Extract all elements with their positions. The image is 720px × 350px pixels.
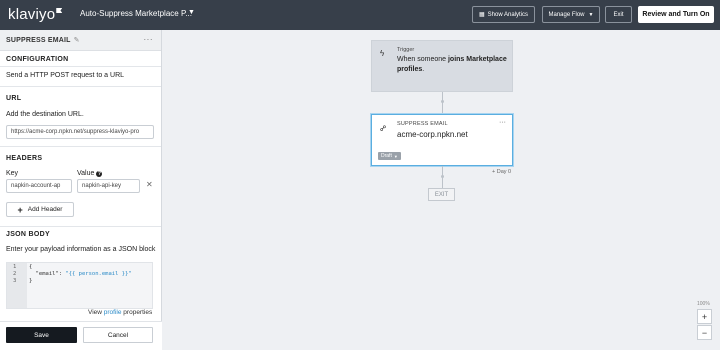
pencil-icon[interactable]: ✎	[74, 36, 80, 44]
code-line: }	[29, 278, 33, 284]
save-button[interactable]: Save	[6, 327, 77, 343]
flow-title-dropdown-icon[interactable]: ▼	[188, 9, 195, 16]
url-input[interactable]: https://acme-corp.npkn.net/suppress-klav…	[6, 125, 154, 139]
configuration-description: Send a HTTP POST request to a URL	[6, 72, 125, 79]
action-host: acme-corp.npkn.net	[397, 130, 468, 139]
exit-node: EXIT	[428, 188, 455, 201]
help-icon[interactable]: ?	[96, 171, 103, 177]
trigger-card[interactable]: ϟ Trigger When someone joins Marketplace…	[371, 40, 513, 92]
url-heading: URL	[6, 95, 22, 102]
divider	[0, 146, 161, 147]
divider	[0, 66, 161, 67]
trigger-description: When someone joins Marketplace profiles.	[397, 56, 507, 73]
cancel-button[interactable]: Cancel	[83, 327, 153, 343]
panel-header: SUPPRESS EMAIL ✎ ···	[0, 30, 161, 51]
manage-flow-button[interactable]: Manage Flow ▼	[542, 6, 600, 23]
header-key-input[interactable]: napkin-account-ap	[6, 179, 72, 193]
divider	[0, 86, 161, 87]
zoom-level: 100%	[697, 301, 710, 307]
suppress-email-card[interactable]: ⚯ SUPPRESS EMAIL acme-corp.npkn.net ··· …	[371, 114, 513, 166]
json-body-heading: JSON BODY	[6, 231, 50, 238]
profile-link[interactable]: profile	[104, 309, 122, 316]
trigger-label: Trigger	[397, 47, 415, 53]
more-options-icon[interactable]: ···	[499, 119, 506, 126]
lightning-bolt-icon: ϟ	[380, 49, 385, 58]
delay-label: + Day 0	[492, 169, 512, 175]
connector-dot[interactable]	[441, 100, 444, 103]
klaviyo-logo[interactable]: klaviyo	[8, 6, 63, 23]
line-number: 3	[13, 278, 17, 284]
zoom-out-button[interactable]: −	[697, 325, 712, 340]
exit-button[interactable]: Exit	[605, 6, 632, 23]
plus-icon: +	[17, 204, 23, 215]
chevron-down-icon: ▼	[588, 11, 594, 18]
add-header-button[interactable]: + Add Header	[6, 202, 74, 217]
line-gutter	[7, 263, 27, 308]
json-body-description: Enter your payload information as a JSON…	[6, 246, 156, 253]
flow-connector	[442, 92, 443, 114]
divider	[0, 226, 161, 227]
link-icon: ⚯	[377, 122, 389, 135]
headers-heading: HEADERS	[6, 155, 43, 162]
chevron-down-icon: ▼	[393, 153, 398, 159]
line-number: 2	[13, 271, 17, 277]
url-description: Add the destination URL.	[6, 111, 84, 118]
review-and-turn-on-button[interactable]: Review and Turn On	[638, 6, 714, 23]
flow-title[interactable]: Auto-Suppress Marketplace P...	[80, 9, 192, 18]
top-bar: klaviyo Auto-Suppress Marketplace P... ▼…	[0, 0, 720, 30]
zoom-in-button[interactable]: +	[697, 309, 712, 324]
more-options-icon[interactable]: ···	[144, 35, 154, 44]
json-code-editor[interactable]: 1 { 2 "email": "{{ person.email }}" 3 }	[6, 262, 153, 309]
configuration-heading: CONFIGURATION	[6, 56, 69, 63]
panel-title: SUPPRESS EMAIL	[6, 36, 71, 44]
line-number: 1	[13, 264, 17, 270]
key-label: Key	[6, 170, 19, 177]
remove-header-icon[interactable]: ✕	[146, 180, 153, 189]
code-line: "email": "{{ person.email }}"	[29, 271, 132, 277]
code-line: {	[29, 264, 33, 270]
view-profile-properties: View profile properties	[88, 309, 153, 316]
draft-status-badge[interactable]: Draft ▼	[378, 152, 401, 160]
header-value-input[interactable]: napkin-api-key	[77, 179, 140, 193]
action-label: SUPPRESS EMAIL	[397, 121, 448, 127]
analytics-icon: ▦	[478, 12, 485, 18]
logo-flag-icon	[56, 8, 63, 13]
show-analytics-button[interactable]: ▦ Show Analytics	[472, 6, 535, 23]
value-label: Value ?	[77, 170, 103, 177]
connector-dot[interactable]	[441, 175, 444, 178]
